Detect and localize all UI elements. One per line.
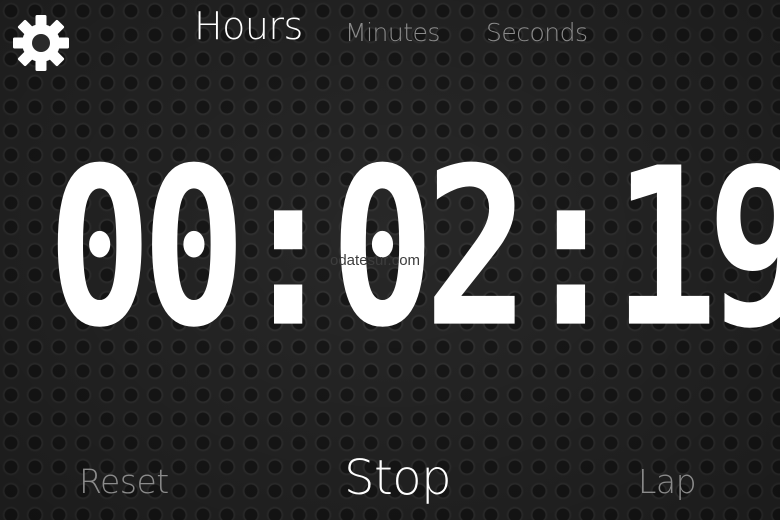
tab-minutes[interactable]: Minutes <box>345 18 440 47</box>
tab-seconds[interactable]: Seconds <box>486 18 588 47</box>
timer-value: 00:02:19 <box>47 120 780 376</box>
reset-button[interactable]: Reset <box>79 462 169 501</box>
gear-icon[interactable] <box>12 14 70 72</box>
tab-hours[interactable]: Hours <box>194 4 303 48</box>
lap-button[interactable]: Lap <box>638 462 697 501</box>
timer-display: 00:02:19 <box>0 139 780 357</box>
stop-button[interactable]: Stop <box>344 450 452 506</box>
watermark-text: odatesur.com <box>330 252 421 269</box>
